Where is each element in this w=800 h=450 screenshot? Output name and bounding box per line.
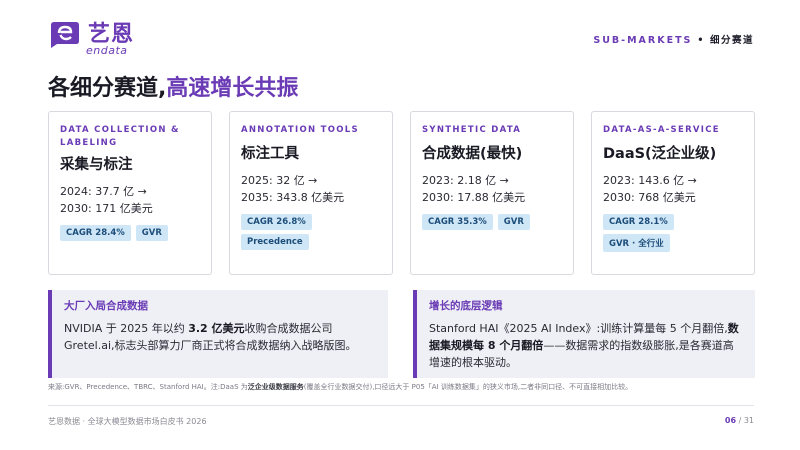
card-stat-end: 2030: 768 亿美元	[603, 191, 696, 204]
panel-body-highlight: 3.2 亿美元	[188, 322, 245, 335]
card-name: DaaS(泛企业级)	[603, 146, 717, 162]
card-badges: CAGR 28.1% GVR · 全行业	[603, 214, 743, 252]
card-tag: DATA-AS-A-SERVICE	[603, 125, 720, 135]
insight-panel-growth-logic: 增长的底层逻辑 Stanford HAI《2025 AI Index》:训练计算…	[413, 290, 755, 378]
source-badge: Precedence	[241, 234, 309, 250]
card-name: 合成数据(最快)	[422, 146, 523, 162]
insight-panel-big-players: 大厂入局合成数据 NVIDIA 于 2025 年以约 3.2 亿美元收购合成数据…	[48, 290, 388, 378]
section-separator: •	[697, 35, 705, 46]
card-stat-end: 2030: 17.88 亿美元	[422, 191, 526, 204]
card-badges: CAGR 35.3% GVR	[422, 214, 562, 230]
endata-logo-icon	[51, 22, 79, 48]
section-label: SUB-MARKETS • 细分赛道	[593, 32, 754, 46]
brand-logo: 艺恩 endata	[48, 14, 158, 58]
card-name: 采集与标注	[60, 157, 133, 173]
card-stats: 2023: 143.6 亿 → 2030: 768 亿美元	[603, 172, 743, 206]
panel-body-pre: NVIDIA 于 2025 年以约	[64, 322, 189, 335]
page-current: 06	[724, 416, 737, 425]
card-badges: CAGR 26.8% Precedence	[241, 214, 381, 250]
footer-report-name: 艺恩数据 · 全球大模型数据市场白皮书 2026	[48, 417, 207, 426]
page-separator: /	[736, 416, 744, 425]
panel-body: NVIDIA 于 2025 年以约 3.2 亿美元收购合成数据公司 Gretel…	[64, 320, 376, 354]
source-note: 来源:GVR、Precedence、TBRC、Stanford HAI。注:Da…	[48, 382, 758, 392]
card-stats: 2025: 32 亿 → 2035: 343.8 亿美元	[241, 172, 381, 206]
footer-divider	[48, 405, 754, 406]
source-badge: GVR	[135, 225, 168, 241]
card-tag: SYNTHETIC DATA	[422, 125, 522, 135]
cagr-badge: CAGR 26.8%	[241, 214, 312, 230]
panel-title: 增长的底层逻辑	[429, 300, 503, 312]
card-stat-start: 2023: 143.6 亿 →	[603, 174, 697, 187]
source-post: (覆盖全行业数据交付),口径远大于 P05「AI 训练数据集」的狭义市场,二者非…	[303, 383, 633, 391]
card-badges: CAGR 28.4% GVR	[60, 225, 200, 241]
card-stats: 2023: 2.18 亿 → 2030: 17.88 亿美元	[422, 172, 562, 206]
page-number: 06 / 31	[725, 416, 754, 425]
card-name: 标注工具	[241, 146, 299, 162]
section-label-cn: 细分赛道	[709, 35, 754, 46]
card-stat-start: 2024: 37.7 亿 →	[60, 185, 147, 198]
card-stat-start: 2023: 2.18 亿 →	[422, 174, 509, 187]
panel-body: Stanford HAI《2025 AI Index》:训练计算量每 5 个月翻…	[429, 320, 743, 371]
title-accent: 高速增长共振	[166, 76, 299, 101]
panel-title: 大厂入局合成数据	[64, 300, 148, 312]
card-tag: DATA COLLECTION & LABELING	[60, 125, 180, 148]
panel-body-pre: Stanford HAI《2025 AI Index》:训练计算量每 5 个月翻…	[429, 322, 728, 335]
card-stat-start: 2025: 32 亿 →	[241, 174, 318, 187]
source-badge: GVR	[497, 214, 530, 230]
page-total: 31	[743, 416, 754, 425]
page-title: 各细分赛道,高速增长共振	[48, 70, 298, 102]
market-card-daas: DATA-AS-A-SERVICE DaaS(泛企业级) 2023: 143.6…	[591, 111, 755, 275]
source-pre: 来源:GVR、Precedence、TBRC、Stanford HAI。注:Da…	[48, 383, 248, 391]
source-highlight: 泛企业级数据服务	[247, 383, 304, 391]
market-card-annotation-tools: ANNOTATION TOOLS 标注工具 2025: 32 亿 → 2035:…	[229, 111, 393, 275]
cagr-badge: CAGR 35.3%	[422, 214, 493, 230]
brand-name-en: endata	[86, 44, 128, 57]
card-stats: 2024: 37.7 亿 → 2030: 171 亿美元	[60, 183, 200, 217]
cagr-badge: CAGR 28.4%	[60, 225, 131, 241]
market-card-synthetic-data: SYNTHETIC DATA 合成数据(最快) 2023: 2.18 亿 → 2…	[410, 111, 574, 275]
source-badge: GVR · 全行业	[603, 234, 670, 252]
market-card-data-collection: DATA COLLECTION & LABELING 采集与标注 2024: 3…	[48, 111, 212, 275]
cagr-badge: CAGR 28.1%	[603, 214, 674, 230]
card-tag: ANNOTATION TOOLS	[241, 125, 359, 135]
section-label-en: SUB-MARKETS	[593, 35, 693, 46]
card-stat-end: 2030: 171 亿美元	[60, 202, 153, 215]
title-main: 各细分赛道,	[48, 76, 167, 101]
card-stat-end: 2035: 343.8 亿美元	[241, 191, 345, 204]
